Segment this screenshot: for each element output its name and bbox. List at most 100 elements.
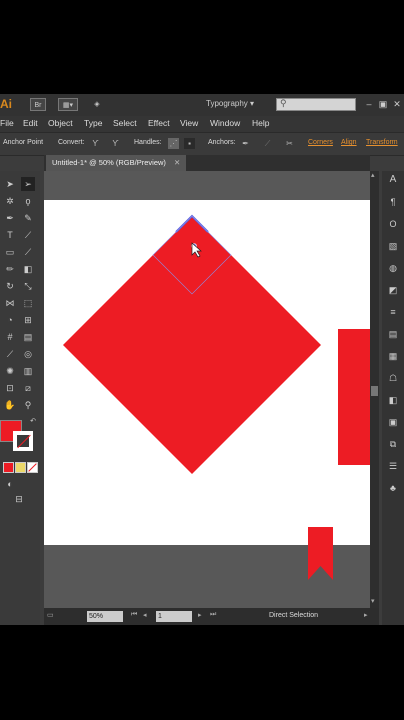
next-artboard-icon[interactable]: ▸ (198, 611, 202, 619)
convert-to-smooth-icon[interactable]: ϒ (110, 138, 121, 149)
workspace-label: Typography (206, 99, 248, 108)
bridge-button[interactable]: Br (30, 98, 46, 111)
brushes-panel-icon[interactable]: ☖ (386, 371, 400, 385)
connect-anchors-icon[interactable]: ⟋ (262, 138, 273, 149)
canvas-area[interactable] (44, 171, 370, 608)
scroll-thumb[interactable] (371, 386, 378, 396)
stroke-none-slash (17, 434, 31, 449)
curvature-tool-icon[interactable]: ✎ (21, 211, 35, 225)
menu-select[interactable]: Select (113, 118, 137, 128)
symbol-sprayer-tool-icon[interactable]: ✺ (3, 364, 17, 378)
corners-link[interactable]: Corners (308, 139, 333, 146)
workspace-switcher[interactable]: Typography ▾ (206, 99, 254, 108)
status-menu-icon[interactable]: ▸ (364, 611, 368, 619)
free-transform-tool-icon[interactable]: ⬚ (21, 296, 35, 310)
zoom-tool-icon[interactable]: ⚲ (21, 398, 35, 412)
panel-dock: A ¶ O ▧ ◍ ◩ ≡ ▤ ▦ ☖ ◧ ▣ ⧉ ☰ ♣ (382, 171, 404, 625)
hide-handles-icon[interactable]: ▪ (184, 138, 195, 149)
search-input[interactable]: ⚲ (276, 98, 356, 111)
pencil-tool-icon[interactable]: ✏ (3, 262, 17, 276)
perspective-tool-icon[interactable]: ⊞ (21, 313, 35, 327)
remove-anchor-icon[interactable]: ✒ (240, 138, 251, 149)
align-panel-icon[interactable]: ☰ (386, 459, 400, 473)
artboard-number-field[interactable]: 1 (156, 611, 192, 622)
line-tool-icon[interactable]: ⟋ (21, 228, 35, 242)
stroke-panel-icon[interactable]: ≡ (386, 305, 400, 319)
artboards-panel-icon[interactable]: ▣ (386, 415, 400, 429)
pathfinder-panel-icon[interactable]: ⧉ (386, 437, 400, 451)
show-handles-icon[interactable]: ⋰ (168, 138, 179, 149)
screen-mode-icon[interactable]: ⊟ (12, 492, 26, 506)
menu-file[interactable]: File (0, 118, 14, 128)
collapse-icon[interactable]: ▭ (47, 611, 54, 619)
arrange-documents-button[interactable]: ▦▾ (58, 98, 78, 111)
color-panel-icon[interactable]: ▤ (386, 327, 400, 341)
hand-tool-icon[interactable]: ✋ (3, 398, 17, 412)
menu-type[interactable]: Type (84, 118, 102, 128)
swatches-panel-icon[interactable]: ▦ (386, 349, 400, 363)
width-tool-icon[interactable]: ⋈ (3, 296, 17, 310)
menu-window[interactable]: Window (210, 118, 240, 128)
selection-tool-icon[interactable]: ➤ (3, 177, 17, 191)
red-ribbon-shape[interactable] (308, 527, 333, 580)
blend-tool-icon[interactable]: ◎ (21, 347, 35, 361)
scroll-down-icon[interactable]: ▾ (371, 597, 375, 605)
transparency-panel-icon[interactable]: ◩ (386, 283, 400, 297)
menu-effect[interactable]: Effect (148, 118, 170, 128)
current-tool-status: Direct Selection (269, 612, 319, 619)
layers-panel-icon[interactable]: ◧ (386, 393, 400, 407)
none-mode-icon[interactable] (27, 462, 38, 473)
scale-tool-icon[interactable]: ⤡ (21, 279, 35, 293)
slice-tool-icon[interactable]: ⧄ (21, 381, 35, 395)
shape-builder-tool-icon[interactable]: ◔ (3, 313, 17, 327)
character-panel-icon[interactable]: A (386, 173, 400, 187)
artboard-tool-icon[interactable]: ⊡ (3, 381, 17, 395)
red-rectangle-shape[interactable] (338, 329, 370, 465)
rectangle-tool-icon[interactable]: ▭ (3, 245, 17, 259)
type-tool-icon[interactable]: T (3, 228, 17, 242)
gradient-tool-icon[interactable]: ▤ (21, 330, 35, 344)
previous-artboard-icon[interactable]: ◂ (143, 611, 147, 619)
paragraph-panel-icon[interactable]: ¶ (386, 195, 400, 209)
column-graph-tool-icon[interactable]: ▥ (21, 364, 35, 378)
lasso-tool-icon[interactable]: ϙ (21, 194, 35, 208)
close-tab-icon[interactable]: ✕ (174, 158, 180, 167)
convert-to-corner-icon[interactable]: ϒ (90, 138, 101, 149)
mesh-tool-icon[interactable]: # (3, 330, 17, 344)
eyedropper-tool-icon[interactable]: ⟋ (3, 347, 17, 361)
paintbrush-tool-icon[interactable]: ⟋ (21, 245, 35, 259)
stroke-swatch[interactable] (13, 431, 33, 451)
search-icon: ⚲ (280, 98, 287, 108)
gpu-performance-icon[interactable]: ◈ (88, 98, 106, 111)
eraser-tool-icon[interactable]: ◧ (21, 262, 35, 276)
swap-fill-stroke-icon[interactable]: ↶ (26, 415, 40, 429)
gradient-mode-icon[interactable] (15, 462, 26, 473)
opentype-panel-icon[interactable]: O (386, 217, 400, 231)
drawing-mode-icon[interactable]: ◐ (3, 477, 17, 491)
transform-link[interactable]: Transform (366, 139, 398, 146)
color-mode-icon[interactable] (3, 462, 14, 473)
menu-edit[interactable]: Edit (23, 118, 38, 128)
menu-view[interactable]: View (180, 118, 198, 128)
minimize-icon[interactable]: – (362, 97, 376, 111)
last-artboard-icon[interactable]: ⏭ (210, 611, 216, 619)
rotate-tool-icon[interactable]: ↻ (3, 279, 17, 293)
align-link[interactable]: Align (341, 139, 357, 146)
pen-tool-icon[interactable]: ✒ (3, 211, 17, 225)
scroll-up-icon[interactable]: ▴ (371, 171, 375, 179)
direct-selection-tool-icon[interactable]: ➢ (21, 177, 35, 191)
close-icon[interactable]: ✕ (390, 97, 404, 111)
cut-path-icon[interactable]: ✂ (284, 138, 295, 149)
menu-help[interactable]: Help (252, 118, 269, 128)
vertical-scrollbar[interactable]: ▴ ▾ (370, 171, 379, 608)
restore-icon[interactable]: ▣ (376, 97, 390, 111)
handles-label: Handles: (134, 139, 162, 146)
menu-object[interactable]: Object (48, 118, 73, 128)
magic-wand-tool-icon[interactable]: ✲ (3, 194, 17, 208)
zoom-level-field[interactable]: 50% (87, 611, 123, 622)
first-artboard-icon[interactable]: ⏮ (131, 611, 137, 619)
document-tab[interactable]: Untitled-1* @ 50% (RGB/Preview) ✕ (46, 155, 187, 171)
appearance-panel-icon[interactable]: ◍ (386, 261, 400, 275)
symbols-panel-icon[interactable]: ♣ (386, 481, 400, 495)
gradient-panel-icon[interactable]: ▧ (386, 239, 400, 253)
